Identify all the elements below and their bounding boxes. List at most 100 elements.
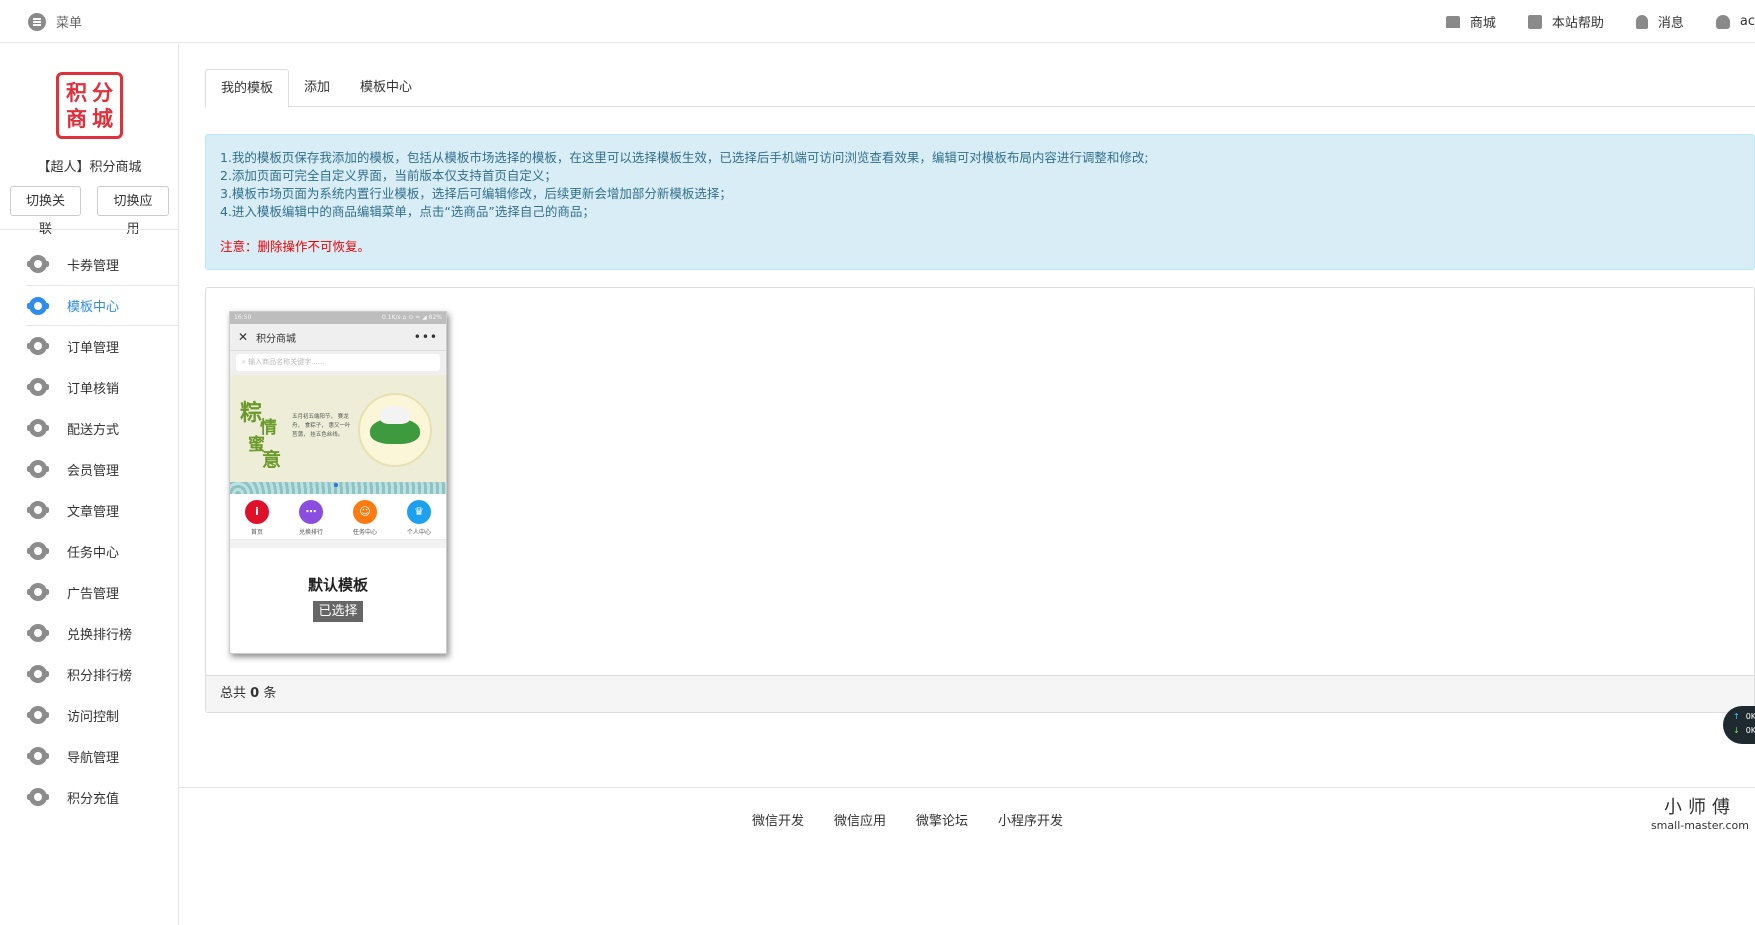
sidebar-item[interactable]: 订单核销 (26, 367, 179, 408)
sidebar-item-label: 积分充值 (67, 791, 120, 807)
top-link-store[interactable]: 商城 (1445, 12, 1496, 31)
notice-line: 4.进入模板编辑中的商品编辑菜单，点击“选商品”选择自己的商品； (220, 204, 595, 219)
phone-nav-icon: i (245, 500, 269, 524)
watermark-url: small-master.com (1650, 819, 1749, 832)
sidebar-item-label: 订单核销 (67, 381, 120, 397)
phone-search-input: ⌕ 输入商品名称关键字...... (236, 354, 440, 371)
gear-icon (27, 788, 49, 806)
sidebar-divider (0, 229, 179, 230)
gear-icon (27, 583, 49, 601)
sidebar-item[interactable]: 模板中心 (26, 285, 179, 326)
bell-icon (1635, 14, 1648, 29)
top-link-messages[interactable]: 消息 (1635, 12, 1684, 31)
download-arrow-icon: ↓ (1733, 726, 1740, 735)
menu-list-icon (28, 12, 46, 31)
phone-nav-icon: ♛ (407, 500, 431, 524)
logo-char: 商 (66, 105, 87, 131)
tab[interactable]: 我的模板 (205, 69, 290, 108)
sidebar-item-label: 卡券管理 (67, 258, 120, 274)
tab-bar: 我的模板 添加 模板中心 (205, 69, 1755, 108)
phone-title-bar: ✕ 积分商城 ••• (230, 324, 446, 351)
phone-nav-icons: i 首页 ⋯ 兑换排行 ☺ 任务中心 ♛ 个人中心 (230, 494, 446, 540)
total-prefix: 总共 (220, 686, 247, 701)
sidebar-item[interactable]: 导航管理 (26, 736, 179, 777)
top-link-help[interactable]: 本站帮助 (1527, 12, 1604, 31)
sidebar-item[interactable]: 文章管理 (26, 490, 179, 531)
phone-search-wrap: ⌕ 输入商品名称关键字...... (230, 351, 446, 375)
sidebar-item[interactable]: 订单管理 (26, 326, 179, 367)
top-link-label: 商城 (1469, 16, 1496, 31)
notice-line: 3.模板市场页面为系统内置行业模板，选择后可编辑修改，后续更新会增加部分新模板选… (220, 186, 732, 201)
top-link-user[interactable]: ac (1715, 14, 1755, 29)
gear-icon (27, 460, 49, 478)
switch-app-button[interactable]: 切换应用 (97, 186, 169, 236)
gear-icon (27, 747, 49, 765)
template-card[interactable]: 16:50 0.1K/s ⌂ ⊙ ≈ ◢ 82% ✕ 积分商城 ••• ⌕ 输入… (229, 311, 447, 654)
sidebar-item[interactable]: 积分排行榜 (26, 654, 179, 695)
sidebar-item[interactable]: 配送方式 (26, 408, 179, 449)
sidebar-item[interactable]: 任务中心 (26, 531, 179, 572)
phone-nav-item: ☺ 任务中心 (345, 500, 385, 539)
gear-icon (27, 542, 49, 560)
gear-icon (27, 624, 49, 642)
sidebar-item-label: 导航管理 (67, 750, 120, 766)
sidebar-item[interactable]: 兑换排行榜 (26, 613, 179, 654)
phone-nav-label: 兑换排行 (298, 529, 323, 536)
phone-nav-label: 任务中心 (352, 529, 377, 536)
gear-icon (27, 337, 49, 355)
banner-char: 意 (262, 449, 282, 471)
footer-link[interactable]: 微信开发 (752, 810, 804, 829)
total-count: 0 (250, 686, 260, 701)
zongzi-image (370, 406, 420, 444)
phone-search-placeholder: 输入商品名称关键字...... (248, 358, 325, 366)
template-panel: 16:50 0.1K/s ⌂ ⊙ ≈ ◢ 82% ✕ 积分商城 ••• ⌕ 输入… (205, 287, 1755, 713)
info-notice: 1.我的模板页保存我添加的模板，包括从模板市场选择的模板，在这里可以选择模板生效… (205, 134, 1755, 270)
footer-divider (179, 787, 1755, 788)
logo-char: 积 (66, 79, 87, 105)
net-speed-widget[interactable]: ↑ 0K/s ↓ 0K/s (1723, 706, 1755, 744)
sidebar-item[interactable]: 访问控制 (26, 695, 179, 736)
footer-link[interactable]: 小程序开发 (998, 810, 1063, 829)
menu-toggle[interactable]: 菜单 (28, 12, 82, 31)
close-icon: ✕ (238, 330, 249, 344)
sidebar-item-label: 订单管理 (67, 340, 120, 356)
notice-warning: 注意：删除操作不可恢复。 (220, 239, 371, 254)
sidebar-item-label: 广告管理 (67, 586, 120, 602)
template-name: 默认模板 (307, 576, 368, 594)
user-icon (1715, 14, 1730, 29)
sidebar-item[interactable]: 积分充值 (26, 777, 179, 818)
top-links: 商城 本站帮助 消息 ac (1414, 12, 1755, 31)
switch-link-button[interactable]: 切换关联 (10, 186, 81, 236)
footer-link[interactable]: 微擎论坛 (916, 810, 968, 829)
gear-icon (27, 665, 49, 683)
sidebar-item[interactable]: 会员管理 (26, 449, 179, 490)
sidebar: 积 分 商 城 【超人】积分商城 切换关联 切换应用 卡券管理 模板中心 订单管理订… (0, 44, 179, 925)
notice-line: 1.我的模板页保存我添加的模板，包括从模板市场选择的模板，在这里可以选择模板生效… (220, 150, 1149, 165)
gear-icon (27, 296, 49, 315)
phone-time: 16:50 (234, 314, 252, 321)
sidebar-item-label: 兑换排行榜 (67, 627, 133, 643)
tab[interactable]: 添加 (289, 69, 345, 107)
app-logo: 积 分 商 城 (56, 72, 123, 139)
banner-indicator-dot (334, 483, 338, 487)
sidebar-item[interactable]: 卡券管理 (26, 244, 179, 285)
footer-link[interactable]: 微信应用 (834, 810, 886, 829)
store-icon (1445, 15, 1460, 28)
download-speed: 0K/s (1745, 726, 1755, 735)
gear-icon (27, 378, 49, 396)
top-link-label: 本站帮助 (1551, 16, 1604, 31)
menu-label: 菜单 (56, 16, 83, 31)
phone-status-bar: 16:50 0.1K/s ⌂ ⊙ ≈ ◢ 82% (230, 312, 446, 324)
notice-line: 2.添加页面可完全自定义界面，当前版本仅支持首页自定义； (220, 168, 557, 183)
upload-arrow-icon: ↑ (1733, 712, 1740, 721)
sidebar-item[interactable]: 广告管理 (26, 572, 179, 613)
gear-icon (27, 706, 49, 724)
watermark: 小师傅 small-master.com (1651, 793, 1749, 832)
phone-spacer (230, 540, 446, 548)
gear-icon (27, 501, 49, 519)
tab[interactable]: 模板中心 (345, 69, 427, 107)
panel-footer: 总共 0 条 (206, 675, 1754, 712)
phone-title: 积分商城 (256, 333, 297, 345)
banner-char: 粽 (240, 400, 263, 426)
banner-waves (230, 482, 446, 494)
